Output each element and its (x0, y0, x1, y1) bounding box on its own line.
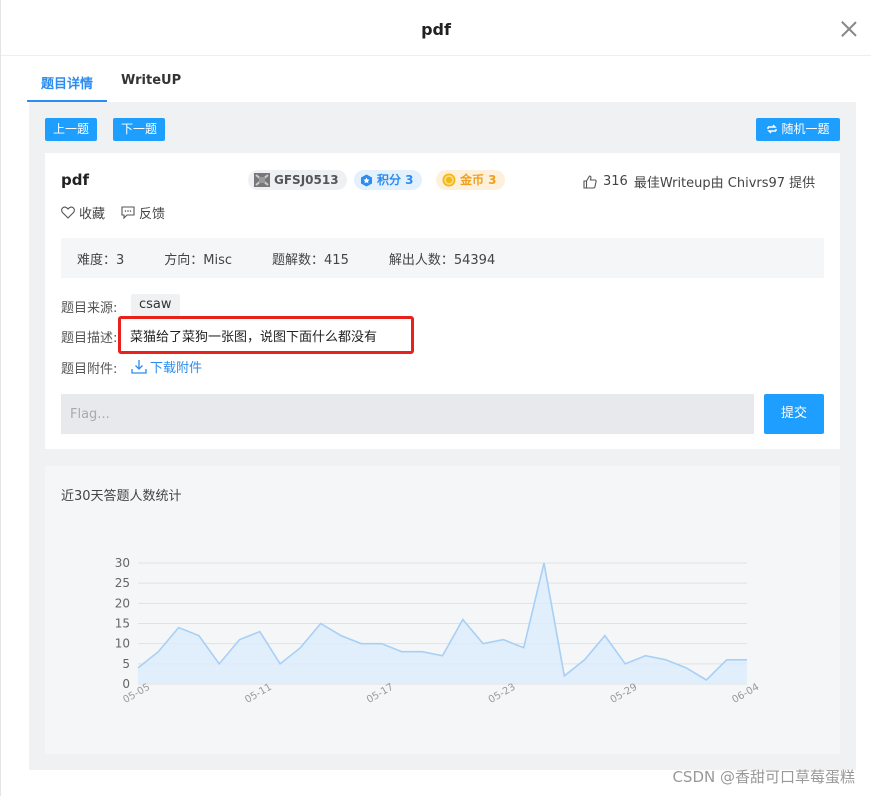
modal-header: pdf (1, 0, 871, 56)
challenge-logo-icon (254, 173, 270, 187)
action-row: 收藏 反馈 (61, 203, 165, 222)
download-attachment-link[interactable]: 下载附件 (131, 357, 202, 376)
random-button-label: 随机一题 (781, 122, 830, 136)
score-badge: 积分 3 (354, 170, 422, 190)
x-tick-label: 05-11 (243, 682, 274, 706)
y-tick-label: 25 (115, 576, 130, 590)
download-icon (131, 360, 147, 374)
heart-icon (61, 206, 75, 219)
stats-bar: 难度：3 方向：Misc 题解数：415 解出人数：54394 (61, 238, 824, 278)
tab-writeup[interactable]: WriteUP (107, 56, 195, 102)
shuffle-icon (767, 124, 778, 134)
thumbs-up-icon[interactable] (583, 174, 597, 189)
x-tick-label: 05-29 (609, 682, 640, 706)
y-tick-label: 30 (115, 556, 130, 570)
stat-difficulty: 难度：3 (77, 252, 125, 268)
x-tick-label: 06-04 (730, 682, 761, 706)
source-label: 题目来源: (61, 301, 118, 316)
modal-title: pdf (421, 20, 451, 39)
flag-input[interactable] (61, 394, 754, 434)
tab-details[interactable]: 题目详情 (27, 56, 108, 102)
tab-bar: 题目详情 WriteUP (27, 56, 195, 102)
chart-title: 近30天答题人数统计 (61, 489, 182, 504)
challenge-title: pdf (61, 171, 90, 189)
prev-button[interactable]: 上一题 (45, 118, 97, 141)
y-tick-label: 10 (115, 637, 130, 651)
watermark: CSDN @香甜可口草莓蛋糕 (672, 768, 855, 786)
close-icon[interactable] (841, 21, 857, 37)
submit-button[interactable]: 提交 (764, 394, 824, 434)
description-label: 题目描述: (61, 331, 118, 346)
attachment-label: 题目附件: (61, 362, 118, 377)
like-info: 316 最佳Writeup由 Chivrs97 提供 (583, 172, 815, 191)
feedback-button[interactable]: 反馈 (121, 203, 165, 222)
y-tick-label: 20 (115, 596, 130, 610)
source-tag: csaw (131, 294, 180, 316)
y-tick-label: 5 (122, 657, 130, 671)
y-tick-label: 0 (122, 677, 130, 691)
highlight-box (118, 316, 414, 354)
x-tick-label: 05-23 (487, 682, 518, 706)
next-button[interactable]: 下一题 (113, 118, 165, 141)
stat-solvers: 解出人数：54394 (388, 252, 496, 268)
challenge-modal: pdf 题目详情 WriteUP 上一题 下一题 随机一题 pdf GFSJ05… (0, 0, 871, 796)
id-badge: GFSJ0513 (248, 170, 347, 190)
solvers-chart: 05101520253005-05 05-11 05-17 05-23 05-29 06-… (115, 556, 761, 706)
coin-icon (442, 173, 456, 187)
stat-solutions: 题解数：415 (272, 252, 349, 268)
score-icon (361, 174, 372, 186)
y-tick-label: 15 (115, 617, 130, 631)
coin-badge: 金币 3 (436, 170, 505, 190)
best-writeup-text[interactable]: 最佳Writeup由 Chivrs97 提供 (634, 172, 815, 191)
favorite-button[interactable]: 收藏 (61, 203, 105, 222)
comment-icon (121, 206, 135, 219)
x-tick-label: 05-17 (365, 682, 396, 706)
stat-direction: 方向：Misc (164, 252, 233, 268)
like-count: 316 (603, 174, 628, 189)
random-button[interactable]: 随机一题 (756, 118, 840, 141)
